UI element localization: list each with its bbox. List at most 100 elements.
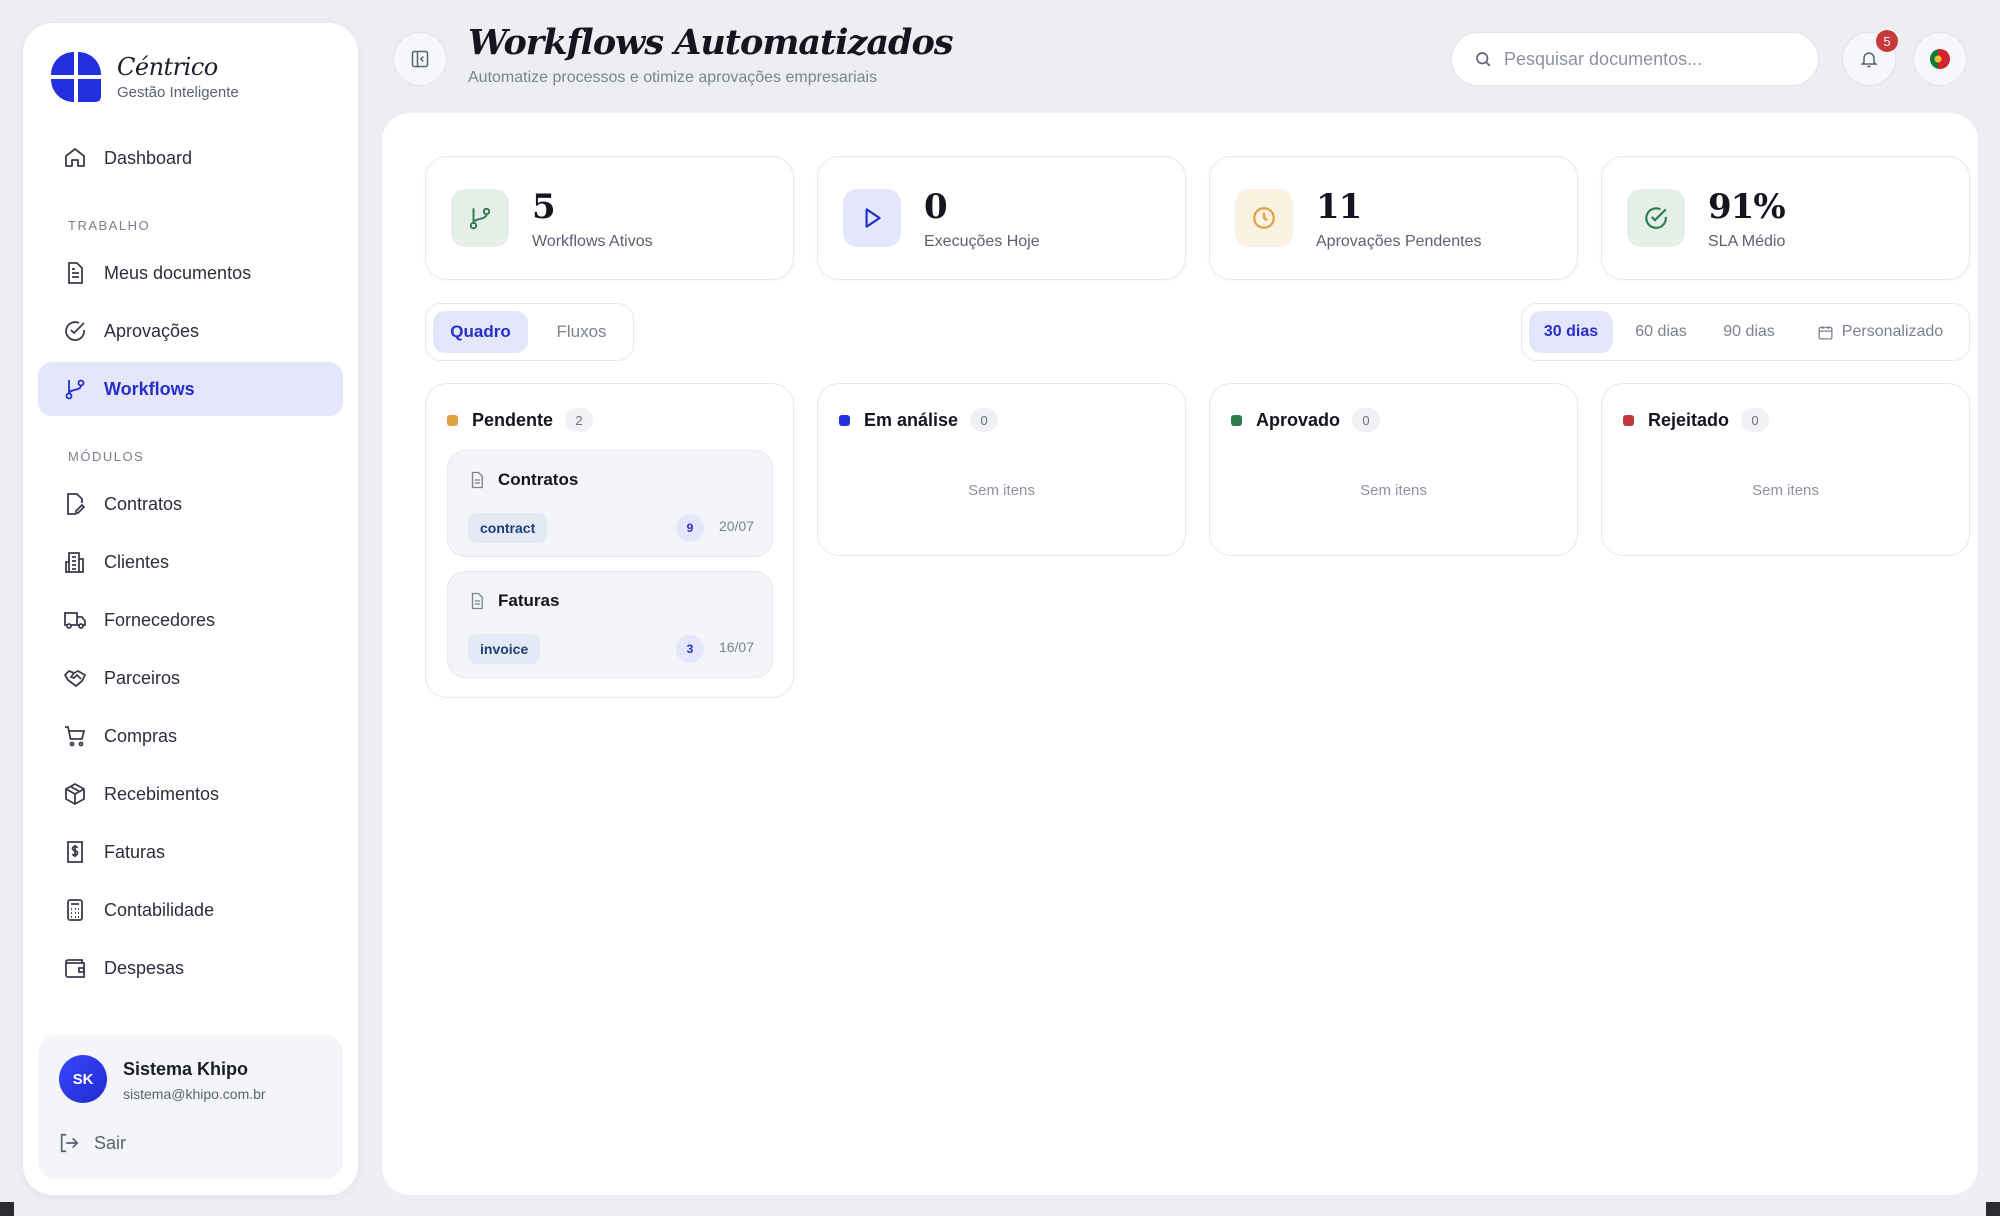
column-count-badge: 0	[1352, 408, 1381, 432]
empty-state-text: Sem itens	[1752, 482, 1819, 499]
sidebar: Céntrico Gestão Inteligente Dashboard TR…	[23, 23, 358, 1195]
brand-logo-icon	[51, 52, 101, 102]
card-date: 20/07	[718, 518, 754, 534]
sidebar-item-label: Recebimentos	[104, 783, 220, 804]
card-date: 16/07	[718, 639, 754, 655]
range-personalizado-label: Personalizado	[1841, 323, 1944, 340]
range-90-dias[interactable]: 90 dias	[1709, 311, 1789, 353]
range-60-dias[interactable]: 60 dias	[1619, 311, 1703, 353]
sidebar-item-workflows[interactable]: Workflows	[38, 362, 343, 416]
calculator-icon	[62, 897, 88, 923]
page-title: Workflows Automatizados	[468, 22, 954, 63]
date-range-selector: 30 dias 60 dias 90 dias Personalizado	[1521, 303, 1970, 361]
git-branch-icon	[62, 376, 88, 402]
range-personalizado-button[interactable]: Personalizado	[1797, 311, 1963, 353]
document-icon	[62, 260, 88, 286]
card-type-tag: invoice	[468, 634, 541, 664]
stat-label: Aprovações Pendentes	[1316, 233, 1482, 250]
sidebar-item-meus-documentos[interactable]: Meus documentos	[38, 246, 343, 300]
status-dot	[1623, 414, 1634, 426]
logout-label: Sair	[94, 1132, 127, 1153]
brand[interactable]: Céntrico Gestão Inteligente	[49, 50, 239, 104]
logout-icon	[60, 1133, 79, 1153]
calendar-icon	[1818, 325, 1833, 340]
sidebar-item-label: Workflows	[104, 378, 195, 399]
check-circle-icon	[62, 318, 88, 344]
stat-value: 5	[532, 187, 556, 227]
search-input[interactable]	[1504, 48, 1794, 70]
main-panel: 5 Workflows Ativos 0 Execuções Hoje 11 A…	[382, 113, 1978, 1195]
notification-badge: 5	[1876, 30, 1898, 52]
stat-card-aprovacoes-pendentes: 11 Aprovações Pendentes	[1209, 156, 1578, 280]
bell-icon	[1860, 52, 1878, 68]
sidebar-item-faturas[interactable]: Faturas	[38, 825, 343, 879]
sidebar-item-compras[interactable]: Compras	[38, 709, 343, 763]
empty-state-text: Sem itens	[1360, 482, 1427, 499]
document-icon	[471, 592, 483, 610]
sidebar-item-label: Contabilidade	[104, 899, 215, 920]
column-count-badge: 0	[970, 408, 999, 432]
range-30-dias[interactable]: 30 dias	[1529, 311, 1613, 353]
brand-subtitle: Gestão Inteligente	[117, 84, 239, 101]
sidebar-item-contratos[interactable]: Contratos	[38, 477, 343, 531]
logout-button[interactable]: Sair	[58, 1132, 126, 1154]
panel-left-icon	[411, 50, 429, 68]
sidebar-item-label: Meus documentos	[104, 262, 252, 283]
wallet-icon	[62, 955, 88, 981]
stat-value: 91%	[1708, 187, 1786, 227]
truck-icon	[62, 607, 88, 633]
receipt-icon	[62, 839, 88, 865]
workflow-card[interactable]: Contratos contract 9 20/07	[447, 450, 773, 557]
sidebar-item-despesas[interactable]: Despesas	[38, 941, 343, 995]
empty-state-text: Sem itens	[968, 482, 1035, 499]
column-title: Aprovado	[1256, 409, 1341, 430]
stat-label: Execuções Hoje	[924, 233, 1040, 250]
collapse-sidebar-button[interactable]	[393, 32, 447, 86]
sidebar-item-label: Contratos	[104, 493, 183, 514]
sidebar-item-recebimentos[interactable]: Recebimentos	[38, 767, 343, 821]
sidebar-item-dashboard[interactable]: Dashboard	[38, 131, 343, 185]
card-title: Contratos	[498, 470, 579, 489]
building-icon	[62, 549, 88, 575]
section-label-modules: MÓDULOS	[68, 449, 145, 464]
stat-value: 11	[1316, 187, 1362, 227]
search-icon	[1476, 52, 1491, 67]
package-icon	[62, 781, 88, 807]
language-button[interactable]	[1913, 32, 1967, 86]
window-corner	[1986, 1202, 2000, 1216]
status-dot	[1231, 414, 1242, 426]
stat-card-workflows-ativos: 5 Workflows Ativos	[425, 156, 794, 280]
column-title: Pendente	[472, 409, 554, 430]
kanban-column-em-analise: Em análise 0 Sem itens	[817, 383, 1186, 556]
status-dot	[447, 414, 458, 426]
git-branch-icon	[451, 189, 509, 247]
column-count-badge: 0	[1741, 408, 1770, 432]
sidebar-item-clientes[interactable]: Clientes	[38, 535, 343, 589]
clock-icon	[1235, 189, 1293, 247]
column-title: Em análise	[864, 409, 959, 430]
sidebar-item-parceiros[interactable]: Parceiros	[38, 651, 343, 705]
stat-label: Workflows Ativos	[532, 233, 653, 250]
sidebar-item-contabilidade[interactable]: Contabilidade	[38, 883, 343, 937]
sidebar-item-fornecedores[interactable]: Fornecedores	[38, 593, 343, 647]
kanban-column-rejeitado: Rejeitado 0 Sem itens	[1601, 383, 1970, 556]
search-bar[interactable]	[1451, 32, 1819, 86]
user-name: Sistema Khipo	[123, 1059, 249, 1079]
tab-fluxos[interactable]: Fluxos	[534, 311, 629, 353]
user-card: SK Sistema Khipo sistema@khipo.com.br Sa…	[38, 1035, 343, 1179]
sidebar-item-label: Dashboard	[104, 147, 193, 168]
column-title: Rejeitado	[1648, 409, 1730, 430]
avatar[interactable]: SK	[59, 1055, 107, 1103]
sidebar-item-label: Fornecedores	[104, 609, 216, 630]
sidebar-item-aprovacoes[interactable]: Aprovações	[38, 304, 343, 358]
stat-value: 0	[924, 187, 948, 227]
file-pen-icon	[62, 491, 88, 517]
card-count-badge: 3	[676, 635, 704, 663]
status-dot	[839, 414, 850, 426]
handshake-icon	[62, 665, 88, 691]
stat-card-execucoes-hoje: 0 Execuções Hoje	[817, 156, 1186, 280]
workflow-card[interactable]: Faturas invoice 3 16/07	[447, 571, 773, 678]
tab-quadro[interactable]: Quadro	[433, 311, 528, 353]
card-type-tag: contract	[468, 513, 548, 543]
home-icon	[62, 145, 88, 171]
